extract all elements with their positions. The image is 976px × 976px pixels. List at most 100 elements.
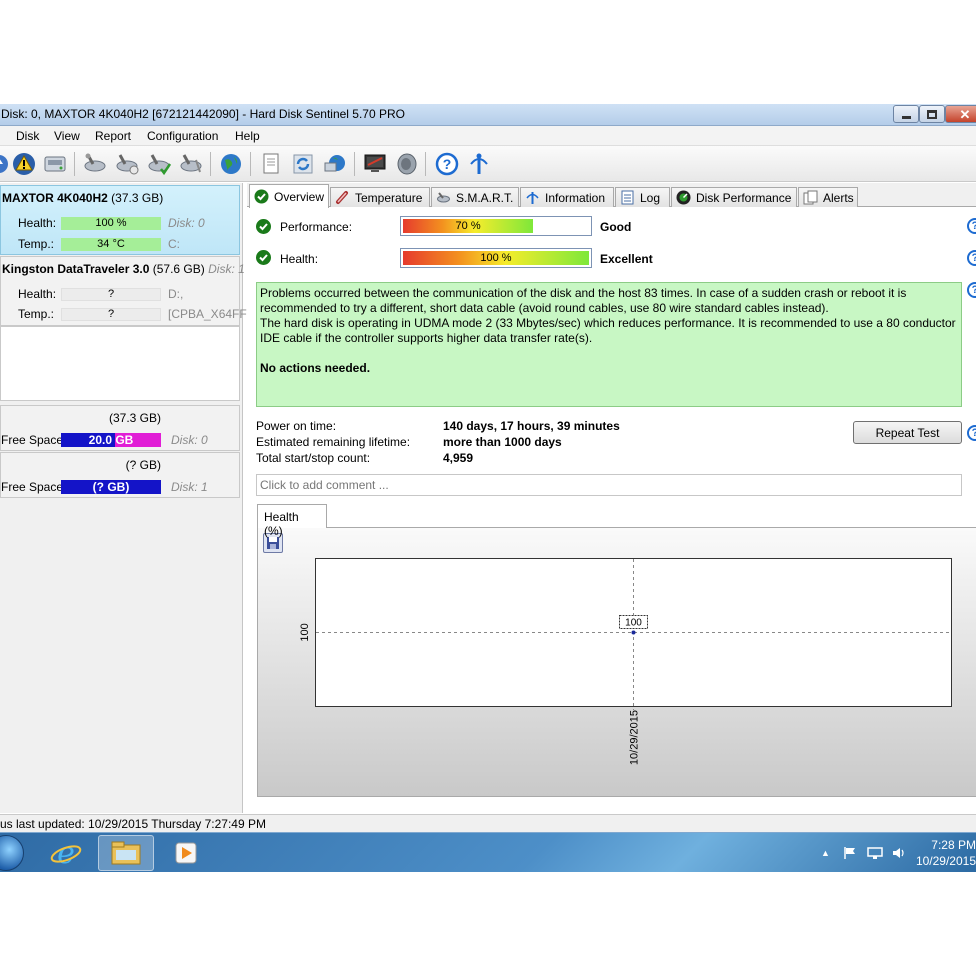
toolbar-separator [354,152,355,176]
tab-label: Log [640,190,661,205]
free-space-label: Free Space [1,433,64,447]
health-bar: ? [61,288,161,301]
help-icon[interactable]: ? [434,151,460,177]
disk-number: Disk: 0 [168,216,205,230]
health-chart-area: 100 10/29/2015 100 [257,527,976,797]
menu-disk[interactable]: Disk [16,129,39,143]
monitor-icon[interactable] [362,151,388,177]
clock-time: 7:28 PM [931,838,976,852]
health-chart: 100 10/29/2015 100 [299,559,951,765]
test3-icon[interactable] [146,151,172,177]
volume-disk: Disk: 1 [171,480,208,494]
report-icon[interactable] [258,151,284,177]
menu-bar: Disk View Report Configuration Help [0,126,976,146]
alerts-icon [803,190,818,205]
health-check-icon [256,250,271,265]
svg-text:?: ? [443,156,452,172]
tab-disk-performance[interactable]: Disk Performance [671,187,797,207]
tab-smart[interactable]: S.M.A.R.T. [431,187,519,207]
disk-size: (57.6 GB) [152,262,205,276]
disk-name: MAXTOR 4K040H2 [2,191,108,205]
tab-temperature[interactable]: Temperature [330,187,430,207]
media-player-icon [175,842,197,864]
disk-card-kingston[interactable]: Kingston DataTraveler 3.0 (57.6 GB) Disk… [0,256,247,326]
maximize-button[interactable] [919,105,945,123]
smart-icon [436,190,451,205]
test-icon[interactable] [82,151,108,177]
tab-overview[interactable]: Overview [249,184,329,208]
performance-label: Performance: [280,220,353,234]
free-space-value: 20.0 GB [88,433,134,447]
startstop-value: 4,959 [443,451,474,465]
health-rating: Excellent [600,252,653,266]
volume-card[interactable]: (37.3 GB) Free Space 20.0 GB Disk: 0 [0,405,240,451]
close-icon: ✕ [959,106,971,122]
lifetime-label: Estimated remaining lifetime: [256,435,411,449]
gauge-icon [676,190,691,205]
tray-expand-icon[interactable]: ▲ [821,848,830,858]
comment-field[interactable]: Click to add comment ... [256,474,962,496]
message-text: Problems occurred between the communicat… [260,286,907,315]
disk-icon[interactable] [42,151,68,177]
tab-log[interactable]: Log [615,187,670,207]
start-button[interactable] [0,835,24,871]
network-tray-icon[interactable] [867,846,883,863]
performance-help-icon[interactable]: ? [967,218,976,234]
menu-help[interactable]: Help [235,129,260,143]
test4-icon[interactable] [178,151,204,177]
sound-icon[interactable] [394,151,420,177]
alert-icon[interactable] [11,151,37,177]
power-on-label: Power on time: [256,419,337,433]
message-help-icon[interactable]: ? [967,282,976,298]
title-bar: Disk: 0, MAXTOR 4K040H2 [672121442090] -… [0,104,976,126]
toolbar-separator [250,152,251,176]
minimize-button[interactable] [893,105,919,123]
disk-list-panel: MAXTOR 4K040H2 (37.3 GB) Health: 100 % D… [0,183,247,813]
system-tray: ▲ [815,833,915,873]
lifetime-value: more than 1000 days [443,435,562,449]
taskbar-clock[interactable]: 7:28 PM 10/29/2015 [915,837,976,869]
disk-list-empty-area [0,326,240,401]
volume-label: [CPBA_X64FF [168,307,247,321]
action-center-flag-icon[interactable] [843,846,857,863]
tab-information[interactable]: Information [520,187,614,207]
toolbar-separator [74,152,75,176]
status-bar: us last updated: 10/29/2015 Thursday 7:2… [0,814,976,832]
disk-card-maxtor[interactable]: MAXTOR 4K040H2 (37.3 GB) Health: 100 % D… [0,185,240,255]
volume-card[interactable]: (? GB) Free Space (? GB) Disk: 1 [0,452,240,498]
repeat-test-button[interactable]: Repeat Test [853,421,962,444]
chart-data-point [631,630,636,635]
network-icon[interactable] [322,151,348,177]
tab-label: Temperature [355,190,423,205]
tab-label: Disk Performance [696,190,792,205]
menu-report[interactable]: Report [95,129,131,143]
taskbar-internet-explorer[interactable]: e [38,835,94,871]
minimize-icon [901,115,911,119]
info-icon[interactable] [466,151,492,177]
repeat-help-icon[interactable]: ? [967,425,976,441]
taskbar: e ▲ 7:28 PM 10/29/2015 [0,832,976,872]
drive-letter: D:, [168,287,184,301]
clock-date: 10/29/2015 [915,854,976,868]
menu-view[interactable]: View [54,129,80,143]
taskbar-media-player[interactable] [158,835,214,871]
startstop-label: Total start/stop count: [256,451,371,465]
tab-alerts[interactable]: Alerts [798,187,858,207]
disk-title: Kingston DataTraveler 3.0 (57.6 GB) Disk… [2,262,245,276]
volume-size: (? GB) [125,458,161,472]
info-icon [525,190,540,205]
power-on-value: 140 days, 17 hours, 39 minutes [443,419,620,433]
test2-icon[interactable] [114,151,140,177]
disk-title: MAXTOR 4K040H2 (37.3 GB) [2,191,163,205]
taskbar-file-explorer[interactable] [98,835,154,871]
message-conclusion: No actions needed. [260,361,371,375]
sync-icon[interactable] [290,151,316,177]
web-icon[interactable] [218,151,244,177]
tab-health-chart[interactable]: Health (%) [257,504,327,538]
volume-icon[interactable] [891,846,907,863]
health-help-icon[interactable]: ? [967,250,976,266]
details-panel: Overview Temperature S.M.A.R.T. Informat… [247,183,976,813]
menu-configuration[interactable]: Configuration [147,129,218,143]
disk-size: (37.3 GB) [111,191,164,205]
close-button[interactable]: ✕ [945,105,976,123]
